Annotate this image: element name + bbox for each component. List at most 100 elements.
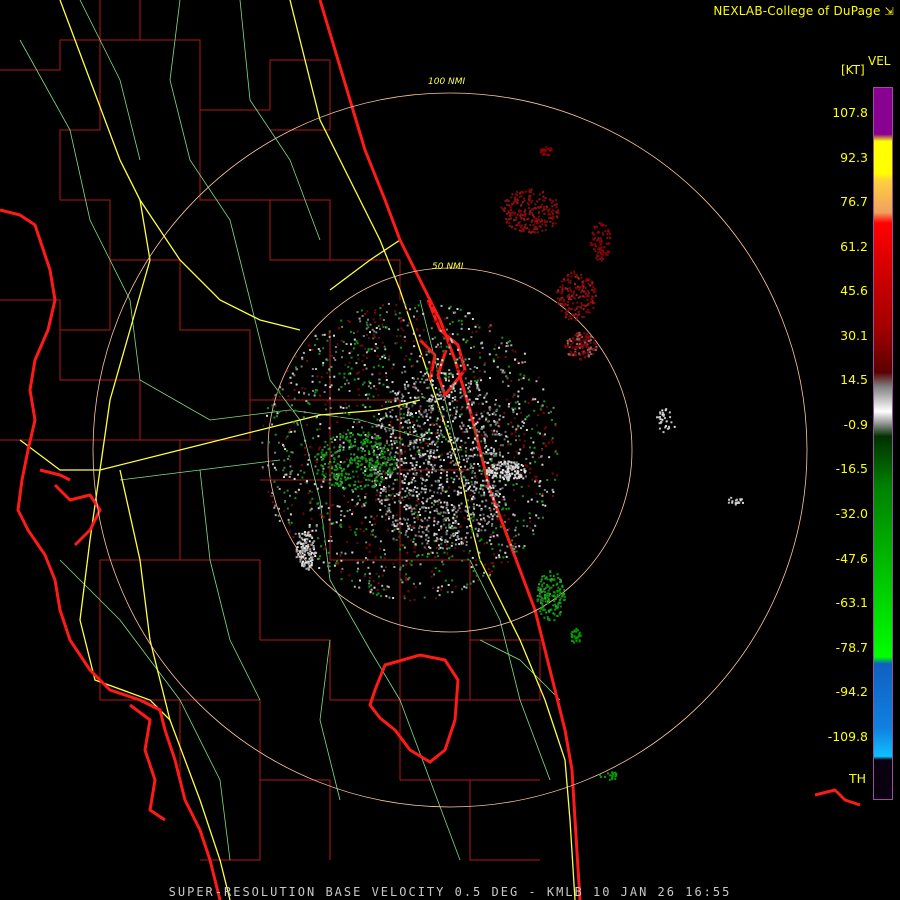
- echo-pixel: [407, 492, 410, 494]
- echo-pixel: [600, 246, 603, 249]
- echo-pixel: [538, 583, 540, 586]
- echo-pixel: [540, 591, 543, 594]
- echo-pixel: [528, 199, 531, 202]
- echo-pixel: [296, 491, 299, 494]
- echo-pixel: [537, 431, 540, 434]
- echo-pixel: [283, 491, 286, 494]
- echo-pixel: [362, 471, 365, 474]
- echo-pixel: [326, 400, 329, 403]
- echo-pixel: [568, 296, 571, 299]
- echo-pixel: [470, 480, 473, 483]
- echo-pixel: [286, 507, 289, 510]
- echo-pixel: [385, 471, 388, 474]
- echo-pixel: [511, 349, 514, 352]
- echo-pixel: [569, 308, 572, 310]
- echo-pixel: [388, 424, 391, 426]
- ring-label-50: 50 NMI: [432, 262, 464, 272]
- echo-pixel: [382, 325, 385, 328]
- echo-pixel: [391, 381, 394, 384]
- echo-pixel: [384, 519, 387, 521]
- echo-pixel: [350, 330, 353, 333]
- echo-pixel: [543, 582, 545, 585]
- echo-pixel: [391, 443, 393, 446]
- echo-pixel: [598, 239, 601, 242]
- echo-pixel: [453, 478, 456, 481]
- echo-pixel: [546, 585, 549, 588]
- echo-pixel: [408, 576, 411, 579]
- echo-pixel: [501, 469, 504, 472]
- echo-pixel: [520, 216, 523, 219]
- echo-pixel: [303, 546, 306, 549]
- echo-pixel: [495, 452, 498, 455]
- echo-pixel: [374, 309, 377, 312]
- echo-pixel: [385, 464, 388, 467]
- echo-pixel: [465, 540, 468, 543]
- echo-pixel: [428, 552, 431, 555]
- echo-pixel: [506, 198, 509, 201]
- echo-pixel: [374, 466, 377, 469]
- echo-pixel: [460, 448, 463, 451]
- echo-pixel: [493, 502, 496, 505]
- echo-pixel: [530, 231, 532, 234]
- echo-pixel: [367, 385, 370, 388]
- echo-pixel: [456, 358, 459, 361]
- echo-pixel: [458, 507, 461, 510]
- echo-pixel: [569, 289, 572, 292]
- echo-pixel: [400, 320, 403, 323]
- echo-pixel: [460, 491, 463, 494]
- echo-pixel: [339, 406, 342, 409]
- echo-pixel: [507, 210, 510, 213]
- echo-pixel: [472, 505, 475, 508]
- echo-pixel: [459, 308, 462, 311]
- echo-pixel: [572, 292, 575, 295]
- echo-pixel: [367, 326, 370, 329]
- echo-pixel: [543, 616, 546, 619]
- echo-pixel: [469, 467, 472, 470]
- echo-pixel: [587, 302, 590, 305]
- echo-pixel: [578, 331, 581, 334]
- echo-pixel: [595, 257, 598, 260]
- echo-pixel: [429, 452, 432, 455]
- echo-pixel: [508, 473, 511, 475]
- echo-pixel: [438, 484, 441, 487]
- echo-pixel: [662, 431, 665, 434]
- echo-pixel: [429, 383, 432, 386]
- echo-pixel: [505, 465, 508, 468]
- echo-pixel: [660, 420, 663, 423]
- echo-pixel: [289, 494, 291, 497]
- echo-pixel: [400, 327, 403, 330]
- echo-pixel: [449, 436, 452, 439]
- echo-pixel: [380, 480, 383, 483]
- echo-pixel: [413, 382, 416, 385]
- echo-pixel: [491, 547, 494, 550]
- echo-pixel: [426, 555, 429, 558]
- echo-pixel: [589, 351, 592, 354]
- echo-pixel: [483, 563, 486, 566]
- echo-pixel: [379, 556, 382, 559]
- echo-pixel: [460, 427, 463, 430]
- echo-pixel: [369, 382, 372, 385]
- echo-pixel: [427, 524, 430, 527]
- echo-pixel: [410, 477, 413, 479]
- echo-pixel: [565, 346, 568, 349]
- echo-pixel: [344, 382, 347, 385]
- echo-pixel: [434, 336, 437, 339]
- echo-pixel: [403, 546, 406, 549]
- echo-pixel: [519, 192, 521, 195]
- echo-pixel: [523, 433, 526, 436]
- echo-pixel: [457, 509, 460, 512]
- echo-pixel: [366, 356, 369, 359]
- echo-pixel: [474, 475, 477, 478]
- echo-pixel: [348, 459, 351, 462]
- echo-pixel: [441, 585, 443, 588]
- echo-pixel: [423, 422, 426, 424]
- echo-pixel: [457, 538, 460, 540]
- echo-pixel: [394, 397, 397, 400]
- echo-pixel: [313, 483, 316, 486]
- echo-pixel: [289, 465, 292, 468]
- echo-pixel: [526, 218, 529, 221]
- radar-map: 50 NMI 100 NMI: [0, 0, 861, 900]
- echo-pixel: [536, 598, 539, 601]
- echo-pixel: [483, 363, 486, 366]
- echo-pixel: [347, 382, 350, 385]
